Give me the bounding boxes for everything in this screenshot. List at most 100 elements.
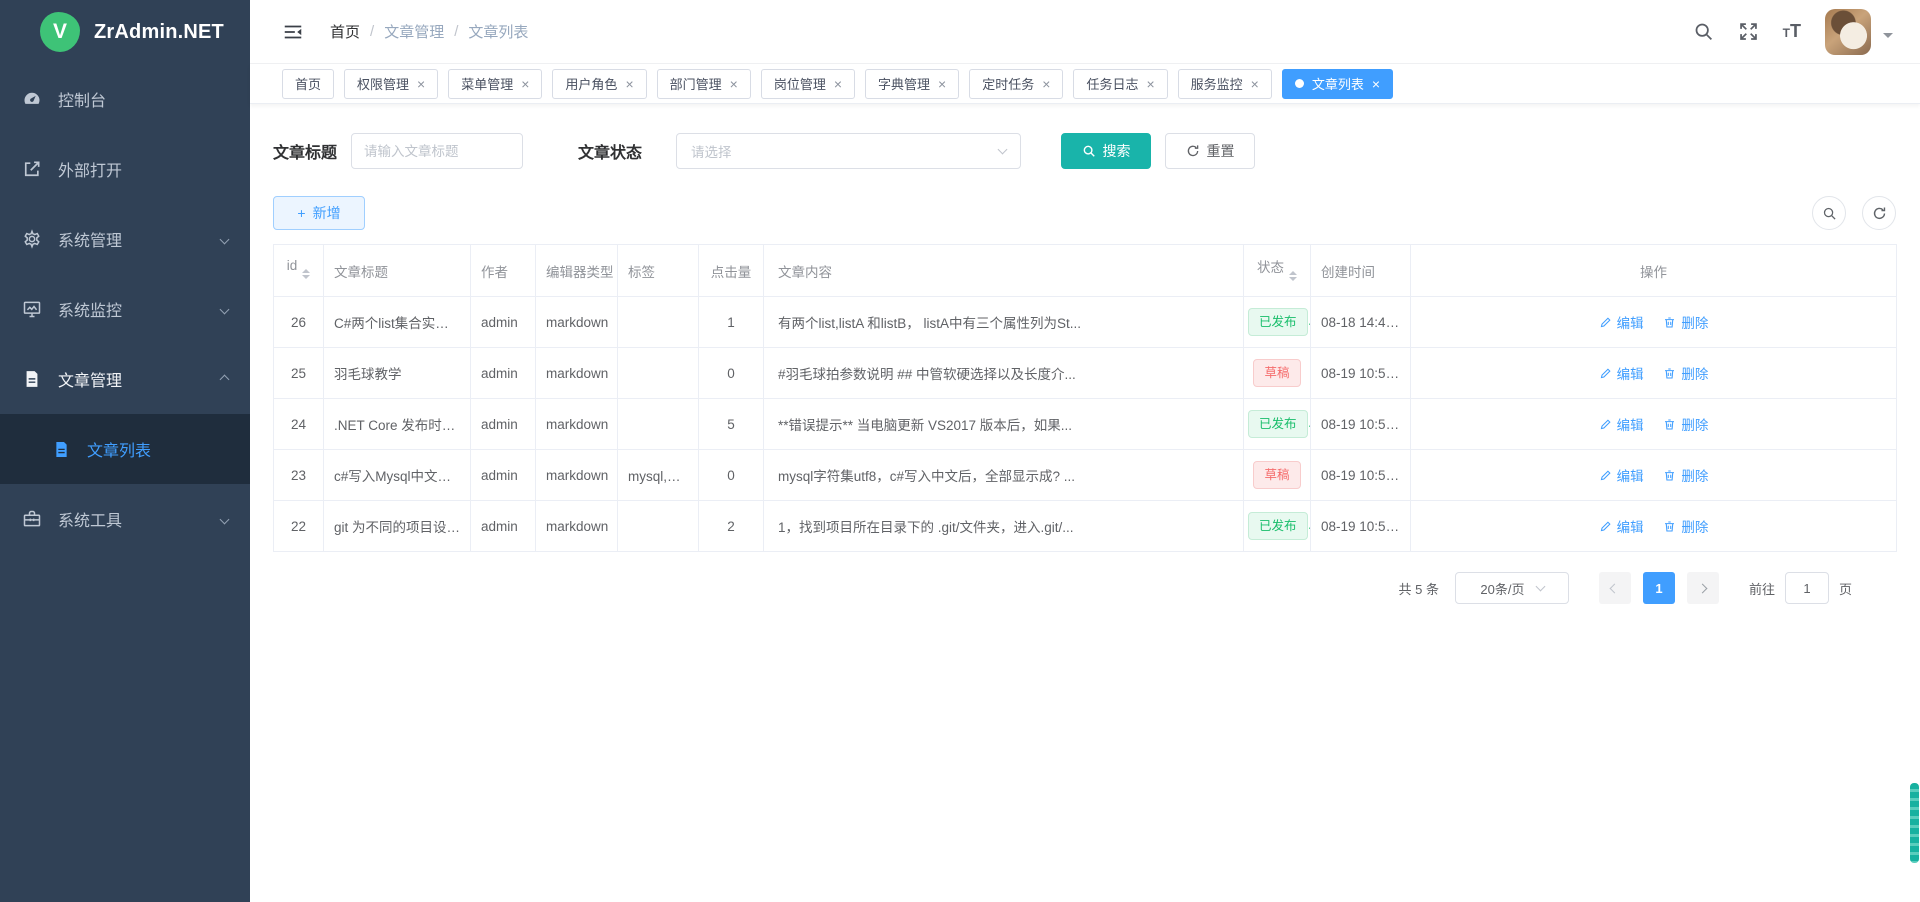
sidebar-item-system-monitor[interactable]: 系统监控 [0, 274, 250, 344]
delete-link[interactable]: 删除 [1663, 465, 1708, 485]
delete-link[interactable]: 删除 [1663, 312, 1708, 332]
cell-author: admin [471, 348, 536, 399]
scrollbar-thumb[interactable] [1910, 783, 1919, 863]
close-icon[interactable]: × [938, 77, 946, 91]
close-icon[interactable]: × [1372, 77, 1380, 91]
close-icon[interactable]: × [834, 77, 842, 91]
reset-button[interactable]: 重置 [1165, 133, 1255, 169]
cell-title: 羽毛球教学 [324, 348, 471, 399]
cell-created: 08-19 10:51:25 [1311, 450, 1411, 501]
delete-link[interactable]: 删除 [1663, 516, 1708, 536]
sort-carets-icon[interactable] [302, 265, 310, 283]
tab-label: 字典管理 [878, 74, 930, 93]
delete-icon [1663, 418, 1676, 431]
fullscreen-button[interactable] [1738, 21, 1759, 42]
table-tools [1812, 196, 1896, 230]
tab-item[interactable]: 首页 [282, 69, 334, 99]
cell-content: 1，找到项目所在目录下的 .git/文件夹，进入.git/... [764, 501, 1244, 552]
app-root: V ZrAdmin.NET 控制台 外部打开 系统管理 系统监控 [0, 0, 1920, 902]
sidebar-item-system-management[interactable]: 系统管理 [0, 204, 250, 274]
cell-actions: 编辑 删除 [1411, 450, 1897, 501]
show-search-toggle-button[interactable] [1812, 196, 1846, 230]
delete-link[interactable]: 删除 [1663, 414, 1708, 434]
delete-link[interactable]: 删除 [1663, 363, 1708, 383]
collapse-sidebar-button[interactable] [282, 21, 304, 43]
user-avatar[interactable] [1825, 9, 1871, 55]
search-button[interactable]: 搜索 [1061, 133, 1151, 169]
refresh-icon [1186, 144, 1200, 158]
cell-actions: 编辑 删除 [1411, 297, 1897, 348]
caret-down-icon[interactable] [1883, 33, 1893, 43]
tab-item[interactable]: 岗位管理× [761, 69, 855, 99]
article-status-select[interactable]: 请选择 [676, 133, 1021, 169]
close-icon[interactable]: × [1042, 77, 1050, 91]
prev-page-button[interactable] [1599, 572, 1631, 604]
close-icon[interactable]: × [1251, 77, 1259, 91]
page-content: 文章标题 文章状态 请选择 搜索 重置 + [250, 104, 1920, 902]
page-size-value: 20条/页 [1480, 579, 1524, 598]
font-size-button[interactable]: TT [1783, 21, 1801, 42]
tab-label: 权限管理 [357, 74, 409, 93]
edit-link[interactable]: 编辑 [1599, 414, 1644, 434]
tab-item[interactable]: 任务日志× [1073, 69, 1167, 99]
column-header-id[interactable]: id [274, 245, 324, 297]
breadcrumb-separator: / [454, 23, 458, 40]
page-unit-label: 页 [1839, 579, 1852, 598]
edit-link[interactable]: 编辑 [1599, 363, 1644, 383]
tab-item[interactable]: 菜单管理 × [448, 69, 542, 99]
edit-link[interactable]: 编辑 [1599, 465, 1644, 485]
page-number-button[interactable]: 1 [1643, 572, 1675, 604]
goto-page-input[interactable] [1785, 572, 1829, 604]
table-row: 22 git 为不同的项目设置不同... admin markdown 2 1，… [274, 501, 1897, 552]
cell-content: 有两个list,listA 和listB， listA中有三个属性列为St... [764, 297, 1244, 348]
cell-actions: 编辑 删除 [1411, 348, 1897, 399]
tab-item[interactable]: 定时任务× [969, 69, 1063, 99]
edit-link[interactable]: 编辑 [1599, 516, 1644, 536]
sidebar-item-article-list[interactable]: 文章列表 [0, 414, 250, 484]
close-icon[interactable]: × [417, 77, 425, 91]
breadcrumb-current: 文章列表 [468, 21, 528, 42]
column-header-status[interactable]: 状态 [1244, 245, 1311, 297]
cell-clicks: 1 [699, 297, 764, 348]
tab-label: 菜单管理 [461, 74, 513, 93]
edit-link[interactable]: 编辑 [1599, 312, 1644, 332]
cell-created: 08-18 14:41:36 [1311, 297, 1411, 348]
app-logo[interactable]: V ZrAdmin.NET [0, 0, 250, 64]
tab-item[interactable]: 字典管理 × [865, 69, 959, 99]
tab-item[interactable]: 用户角色× [552, 69, 646, 99]
cell-author: admin [471, 450, 536, 501]
page-size-select[interactable]: 20条/页 [1455, 572, 1569, 604]
status-badge: 已发布 [1248, 410, 1308, 438]
sidebar-item-dashboard[interactable]: 控制台 [0, 64, 250, 134]
chevron-down-icon [998, 145, 1008, 155]
article-title-input[interactable] [351, 133, 523, 169]
tab-item-active[interactable]: 文章列表× [1282, 69, 1393, 99]
sidebar-item-external-open[interactable]: 外部打开 [0, 134, 250, 204]
next-page-button[interactable] [1687, 572, 1719, 604]
column-header-author: 作者 [471, 245, 536, 297]
close-icon[interactable]: × [521, 77, 529, 91]
close-icon[interactable]: × [625, 77, 633, 91]
breadcrumb-home[interactable]: 首页 [330, 21, 360, 42]
cell-content: mysql字符集utf8，c#写入中文后，全部显示成? ... [764, 450, 1244, 501]
tab-item[interactable]: 权限管理 × [344, 69, 438, 99]
column-header-editor-type: 编辑器类型 [536, 245, 618, 297]
close-icon[interactable]: × [730, 77, 738, 91]
table-row: 25 羽毛球教学 admin markdown 0 #羽毛球拍参数说明 ## 中… [274, 348, 1897, 399]
tab-item[interactable]: 服务监控× [1178, 69, 1272, 99]
add-article-button[interactable]: + 新增 [273, 196, 365, 230]
close-icon[interactable]: × [1146, 77, 1154, 91]
sidebar-item-label: 文章管理 [58, 367, 122, 391]
refresh-table-button[interactable] [1862, 196, 1896, 230]
sidebar-item-article-management[interactable]: 文章管理 [0, 344, 250, 414]
chevron-down-icon [220, 304, 230, 314]
sidebar-item-system-tools[interactable]: 系统工具 [0, 484, 250, 554]
sort-carets-icon[interactable] [1289, 267, 1297, 285]
cell-clicks: 0 [699, 348, 764, 399]
cell-status: 已发布 [1244, 501, 1311, 552]
tab-item[interactable]: 部门管理× [657, 69, 751, 99]
breadcrumb-section[interactable]: 文章管理 [384, 21, 444, 42]
column-header-title: 文章标题 [324, 245, 471, 297]
sidebar-item-label: 系统工具 [58, 507, 122, 531]
search-button[interactable] [1693, 21, 1714, 42]
